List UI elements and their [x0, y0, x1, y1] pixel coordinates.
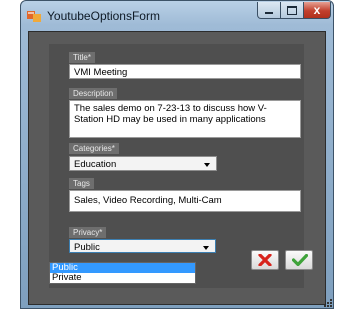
privacy-select[interactable]: Public — [69, 239, 216, 253]
resize-grip-icon[interactable] — [324, 299, 332, 307]
red-x-icon — [258, 254, 272, 266]
maximize-icon — [287, 5, 297, 15]
maximize-button[interactable] — [280, 2, 304, 19]
chevron-down-icon — [203, 246, 209, 250]
description-label: Description — [69, 88, 118, 99]
chevron-down-icon — [204, 163, 210, 167]
categories-selected-value: Education — [74, 159, 117, 170]
title-label: Title* — [69, 52, 95, 63]
minimize-icon — [265, 11, 273, 14]
privacy-option-private[interactable]: Private — [50, 273, 195, 283]
cancel-button[interactable] — [251, 250, 279, 270]
form-app-icon — [27, 9, 41, 22]
privacy-dropdown-list: Public Private — [49, 262, 196, 284]
description-textarea[interactable]: The sales demo on 7-23-13 to discuss how… — [69, 100, 301, 138]
title-bar[interactable]: YoutubeOptionsForm x — [21, 1, 333, 29]
close-icon: x — [313, 3, 321, 17]
confirm-button[interactable] — [285, 250, 313, 270]
privacy-selected-value: Public — [74, 242, 100, 253]
categories-select[interactable]: Education — [69, 156, 217, 171]
green-checkmark-icon — [292, 254, 308, 266]
youtube-options-window: YoutubeOptionsForm x Title* VMI Meeting … — [20, 0, 334, 309]
form-client-area: Title* VMI Meeting Description The sales… — [28, 31, 326, 305]
close-button[interactable]: x — [303, 2, 331, 19]
tags-input[interactable]: Sales, Video Recording, Multi-Cam — [69, 190, 301, 212]
minimize-button[interactable] — [257, 2, 281, 19]
window-title: YoutubeOptionsForm — [47, 9, 160, 23]
tags-label: Tags — [69, 178, 94, 189]
categories-label: Categories* — [69, 143, 119, 154]
title-input[interactable]: VMI Meeting — [69, 64, 301, 79]
privacy-label: Privacy* — [69, 227, 107, 238]
